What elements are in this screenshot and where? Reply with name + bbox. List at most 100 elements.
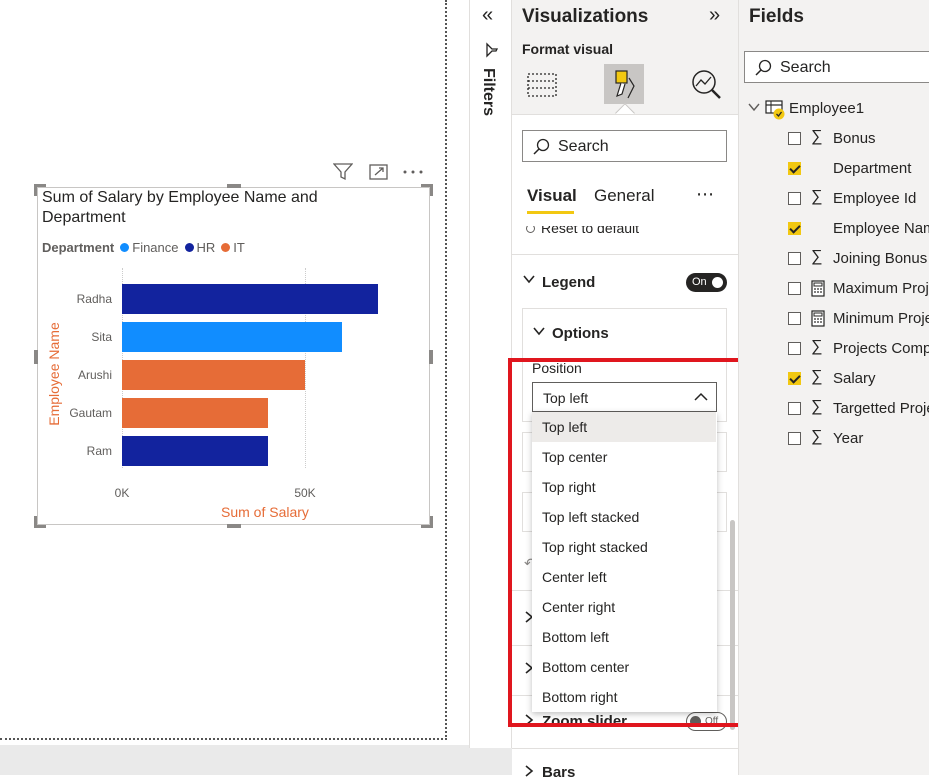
analytics-icon[interactable] — [690, 68, 722, 105]
report-canvas[interactable]: Sum of Salary by Employee Name and Depar… — [0, 0, 447, 740]
legend-section-title[interactable]: Legend — [542, 274, 595, 291]
fields-title: Fields — [749, 6, 804, 27]
filters-label[interactable]: Filters — [479, 68, 497, 116]
tab-visual[interactable]: Visual — [527, 186, 577, 206]
active-tab-underline — [527, 211, 574, 214]
field-label: Employee Id — [833, 190, 917, 207]
sigma-icon: ∑ — [811, 398, 823, 415]
search-placeholder: Search — [558, 138, 609, 155]
bar-radha[interactable] — [122, 284, 379, 314]
field-row[interactable]: Department — [739, 154, 929, 184]
bar-sita[interactable] — [122, 322, 342, 352]
field-row[interactable]: ∑ Employee Id — [739, 184, 929, 214]
reset-icon — [526, 226, 535, 233]
collapse-left-icon[interactable]: « — [482, 4, 493, 27]
field-checkbox[interactable] — [788, 432, 801, 445]
field-checkbox[interactable] — [788, 312, 801, 325]
chevron-down-icon[interactable] — [747, 100, 761, 119]
field-checkbox[interactable] — [788, 402, 801, 415]
chevron-right-icon[interactable] — [524, 764, 534, 783]
field-label: Minimum Projects — [833, 310, 929, 327]
search-icon — [533, 138, 550, 155]
field-checkbox[interactable] — [788, 132, 801, 145]
x-axis-title: Sum of Salary — [221, 504, 309, 520]
toggle-knob — [712, 277, 723, 288]
field-checkbox[interactable] — [788, 282, 801, 295]
field-label: Maximum Projects — [833, 280, 929, 297]
search-placeholder: Search — [780, 59, 831, 76]
calculator-icon — [811, 280, 825, 302]
chevron-down-icon[interactable] — [522, 272, 536, 291]
filter-funnel-icon — [484, 42, 500, 63]
visualizations-title: Visualizations — [522, 6, 649, 27]
fields-pane: Fields Search Employee1 ∑ Bonus Department… — [738, 0, 929, 775]
visualizations-pane: Visualizations » Format visual Search Vi… — [508, 0, 754, 781]
expand-right-icon[interactable]: » — [709, 4, 720, 27]
legend-toggle[interactable]: On — [686, 273, 727, 292]
format-visual-tab[interactable] — [604, 64, 644, 104]
chevron-down-icon[interactable] — [532, 324, 546, 343]
toggle-state-label: On — [692, 276, 707, 288]
bar-chart-visual[interactable]: Sum of Salary by Employee Name and Depar… — [34, 184, 433, 528]
table-name[interactable]: Employee1 — [789, 100, 864, 117]
sigma-icon: ∑ — [811, 188, 823, 205]
field-row[interactable]: ∑ Year — [739, 424, 929, 454]
options-section-title[interactable]: Options — [552, 325, 609, 342]
field-checkbox[interactable] — [788, 222, 801, 235]
y-tick-label: Sita — [91, 330, 112, 344]
highlight-box — [508, 358, 754, 727]
reset-label: Reset to default — [541, 226, 640, 236]
build-visual-icon[interactable] — [526, 68, 558, 105]
sigma-icon: ∑ — [811, 128, 823, 145]
bar-gautam[interactable] — [122, 398, 269, 428]
field-label: Year — [833, 430, 864, 447]
x-tick-label: 50K — [294, 486, 316, 500]
tab-general[interactable]: General — [594, 186, 654, 206]
field-label: Bonus — [833, 130, 876, 147]
field-checkbox[interactable] — [788, 372, 801, 385]
paintbrush-icon — [615, 70, 635, 99]
fields-search-input[interactable]: Search — [744, 51, 929, 83]
field-checkbox[interactable] — [788, 162, 801, 175]
field-row[interactable]: ∑ Bonus — [739, 124, 929, 154]
plot-area: 0K 50K Radha Sita Arushi Gautam Ram — [38, 188, 431, 526]
sigma-icon: ∑ — [811, 338, 823, 355]
field-label: Targetted Projects — [833, 400, 929, 417]
search-icon — [755, 59, 772, 76]
table-icon — [765, 99, 785, 126]
divider — [512, 748, 738, 749]
y-tick-label: Radha — [76, 292, 112, 306]
sigma-icon: ∑ — [811, 248, 823, 265]
field-list: ∑ Bonus Department ∑ Employee Id Employee Nam… — [739, 124, 929, 454]
field-checkbox[interactable] — [788, 192, 801, 205]
format-visual-label: Format visual — [522, 41, 614, 57]
filter-icon[interactable] — [332, 163, 354, 181]
field-row[interactable]: ∑ Targetted Projects — [739, 394, 929, 424]
bar-arushi[interactable] — [122, 360, 305, 390]
y-tick-label: Ram — [86, 444, 112, 458]
field-checkbox[interactable] — [788, 342, 801, 355]
field-row[interactable]: Minimum Projects — [739, 304, 929, 334]
reset-to-default[interactable]: Reset to default — [526, 226, 716, 238]
field-row[interactable]: ∑ Joining Bonus — [739, 244, 929, 274]
filters-pane: « Filters — [469, 0, 512, 748]
field-row[interactable]: Maximum Projects — [739, 274, 929, 304]
field-label: Projects Completed — [833, 340, 929, 357]
field-label: Employee Name — [833, 220, 929, 237]
sigma-icon: ∑ — [811, 368, 823, 385]
bar-ram[interactable] — [122, 436, 269, 466]
field-label: Joining Bonus — [833, 250, 928, 267]
field-row[interactable]: ∑ Projects Completed — [739, 334, 929, 364]
more-options-icon[interactable] — [402, 163, 424, 181]
calculator-icon — [811, 310, 825, 332]
field-row[interactable]: ∑ Salary — [739, 364, 929, 394]
field-row[interactable]: Employee Name — [739, 214, 929, 244]
more-options-icon[interactable]: ⋯ — [696, 184, 715, 205]
field-label: Salary — [833, 370, 876, 387]
bars-section-title[interactable]: Bars — [542, 764, 575, 781]
field-checkbox[interactable] — [788, 252, 801, 265]
focus-mode-icon[interactable] — [369, 163, 389, 181]
divider — [512, 254, 738, 255]
x-tick-label: 0K — [114, 486, 130, 500]
viz-search-input[interactable]: Search — [522, 130, 727, 162]
